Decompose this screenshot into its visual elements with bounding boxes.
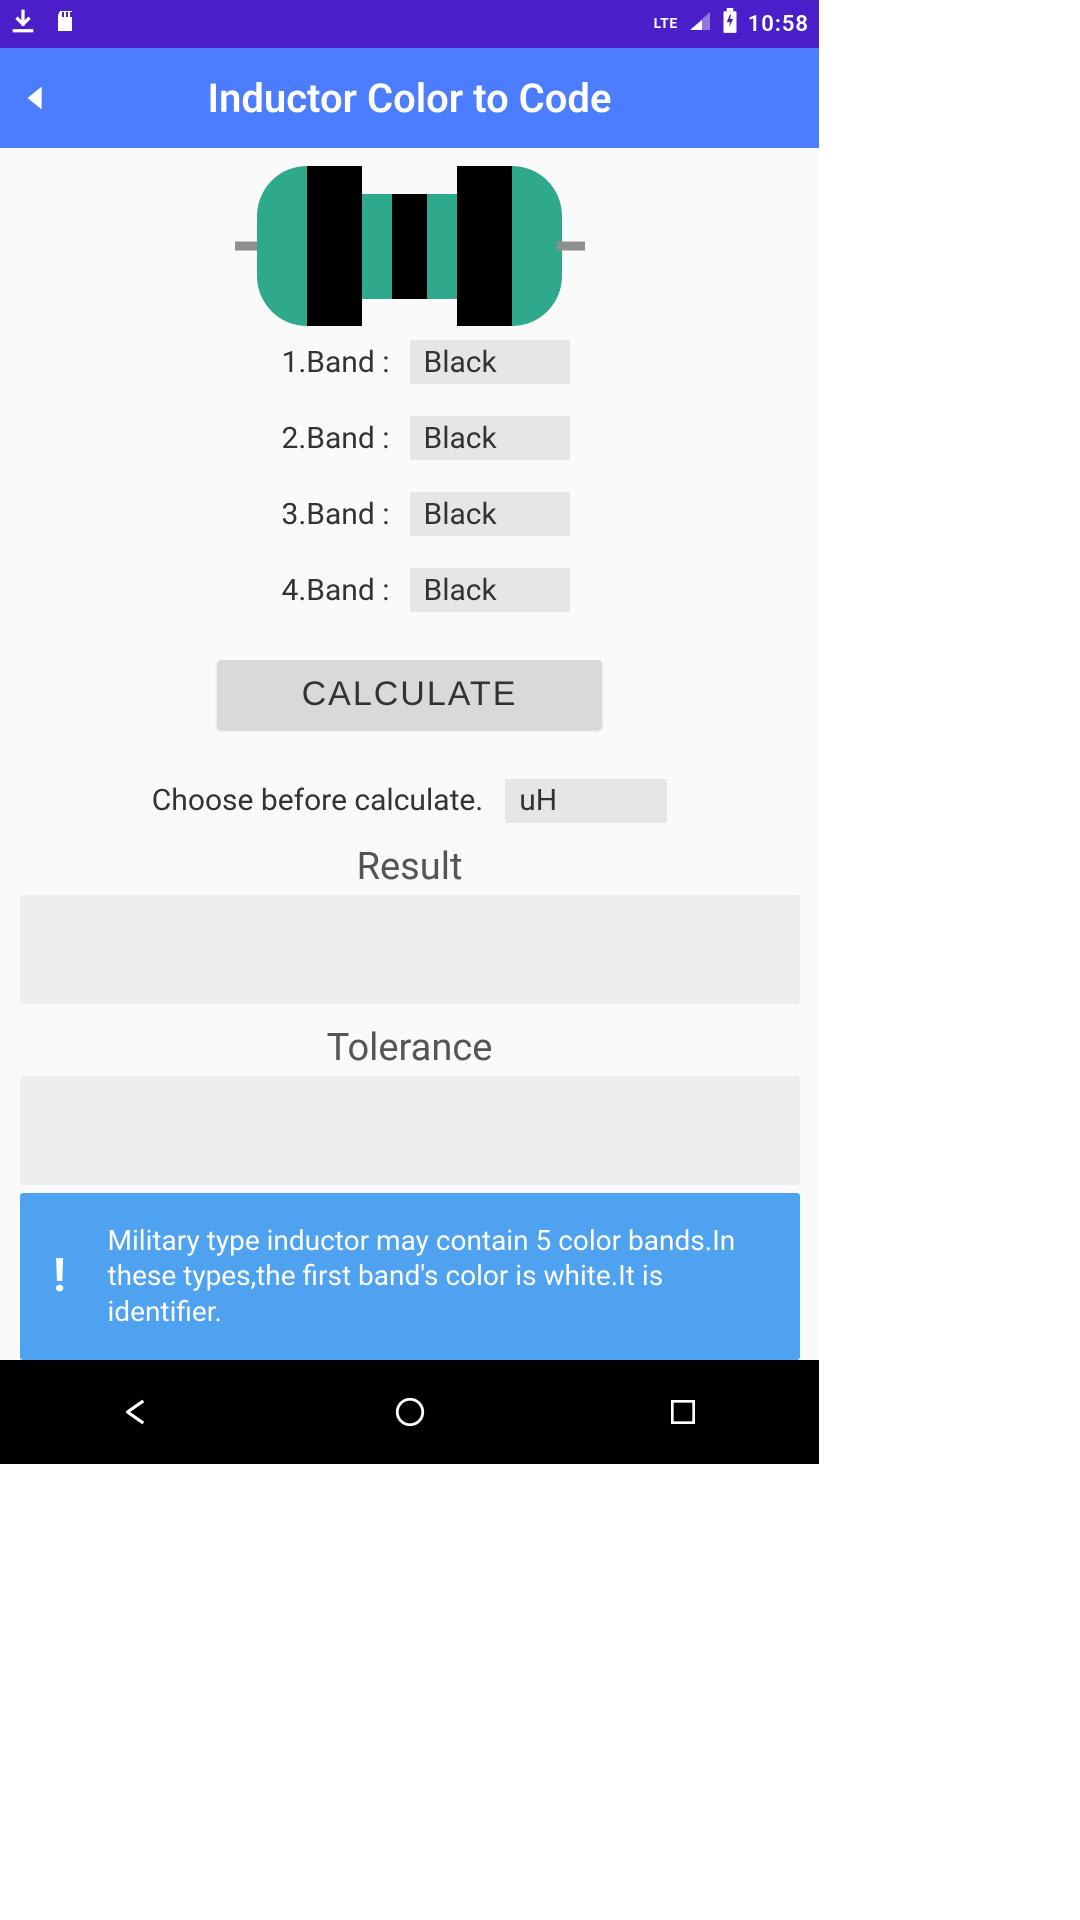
choose-unit-row: Choose before calculate. uH	[152, 779, 667, 823]
download-icon	[10, 8, 36, 40]
nav-recent-button[interactable]	[643, 1372, 723, 1452]
content-area: 1.Band : Black 2.Band : Black 3.Band : B…	[0, 148, 819, 1360]
nav-back-button[interactable]	[97, 1372, 177, 1452]
band-row-4: 4.Band : Black	[250, 568, 570, 612]
circle-home-icon	[393, 1395, 427, 1429]
band-row-2: 2.Band : Black	[250, 416, 570, 460]
band-3-select[interactable]: Black	[410, 492, 570, 536]
band-1-select[interactable]: Black	[410, 340, 570, 384]
result-heading: Result	[357, 845, 463, 889]
band-4-select[interactable]: Black	[410, 568, 570, 612]
choose-label: Choose before calculate.	[152, 783, 483, 818]
battery-icon	[722, 8, 738, 40]
tolerance-value-box	[20, 1076, 800, 1185]
band-4-label: 4.Band :	[250, 573, 390, 608]
band-3-label: 3.Band :	[250, 497, 390, 532]
inductor-diagram	[235, 166, 585, 326]
triangle-back-icon	[118, 1393, 156, 1431]
status-bar: LTE 10:58	[0, 0, 819, 48]
app-bar: Inductor Color to Code	[0, 48, 819, 148]
nav-home-button[interactable]	[370, 1372, 450, 1452]
tolerance-heading: Tolerance	[327, 1026, 493, 1070]
band-row-1: 1.Band : Black	[250, 340, 570, 384]
sdcard-icon	[54, 8, 78, 40]
band-2-label: 2.Band :	[250, 421, 390, 456]
page-title: Inductor Color to Code	[60, 75, 807, 122]
info-icon: !	[40, 1249, 80, 1303]
band-row-3: 3.Band : Black	[250, 492, 570, 536]
result-value-box	[20, 895, 800, 1004]
status-time: 10:58	[748, 12, 809, 37]
unit-select[interactable]: uH	[505, 779, 667, 823]
chevron-left-icon	[19, 78, 53, 118]
info-note: ! Military type inductor may contain 5 c…	[20, 1193, 800, 1360]
back-button[interactable]	[12, 74, 60, 122]
calculate-button[interactable]: CALCULATE	[217, 660, 602, 729]
network-label: LTE	[654, 16, 678, 32]
band-selectors: 1.Band : Black 2.Band : Black 3.Band : B…	[250, 340, 570, 612]
band-2-select[interactable]: Black	[410, 416, 570, 460]
info-text: Military type inductor may contain 5 col…	[108, 1223, 776, 1330]
square-recent-icon	[667, 1396, 699, 1428]
navigation-bar	[0, 1360, 819, 1464]
signal-icon	[688, 10, 712, 38]
band-1-label: 1.Band :	[250, 345, 390, 380]
